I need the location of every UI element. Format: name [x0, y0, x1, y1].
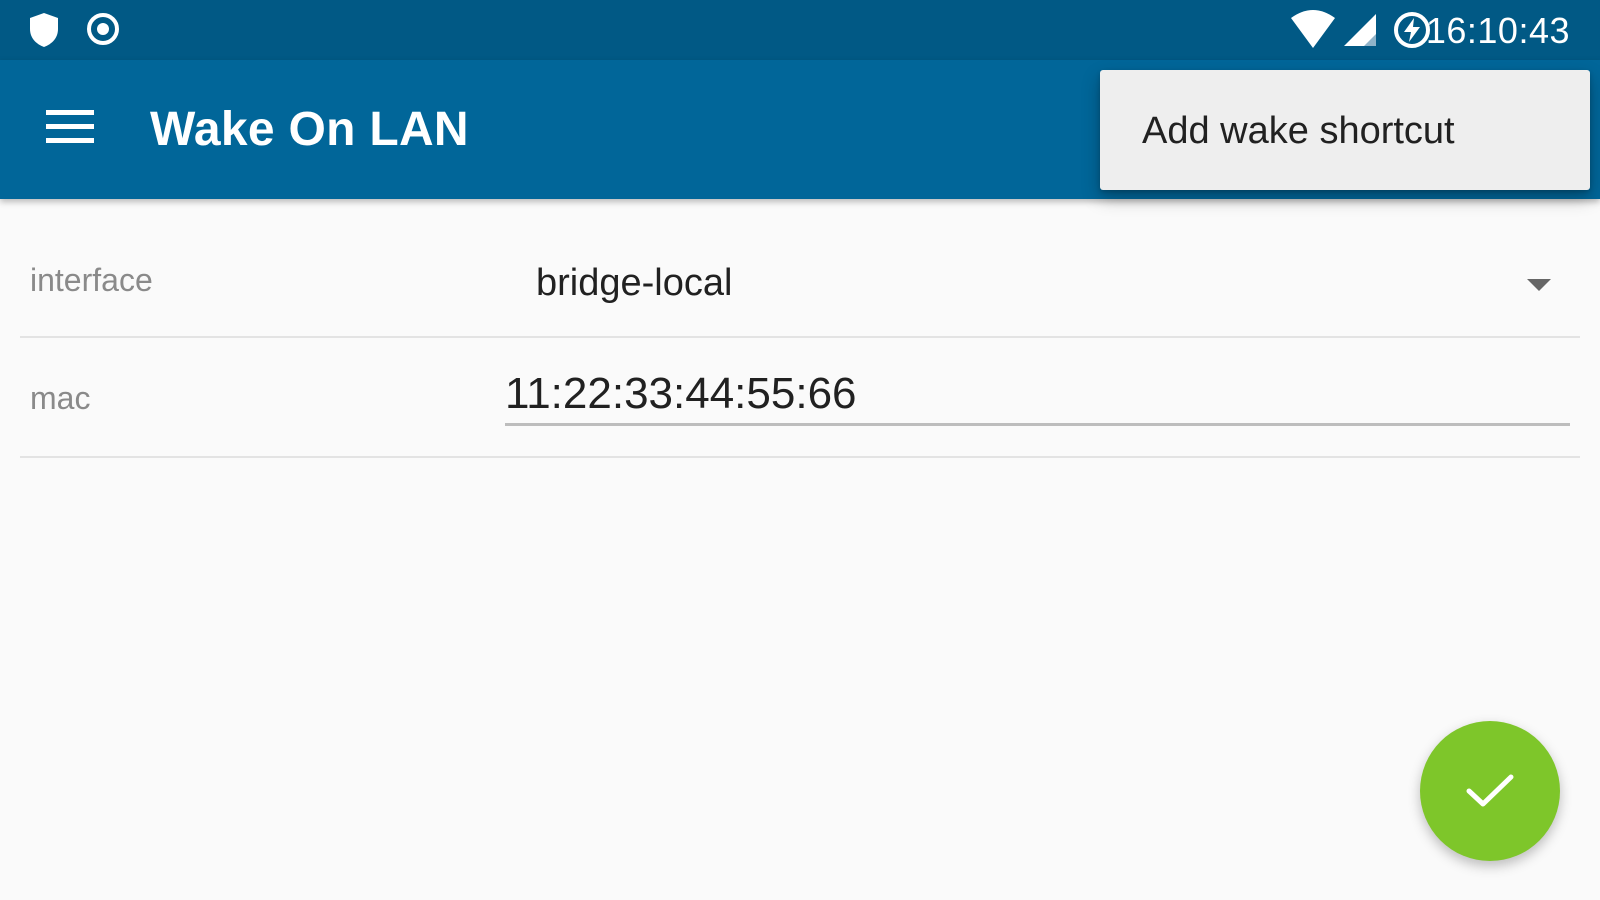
- interface-value: bridge-local: [536, 262, 733, 304]
- confirm-fab-button[interactable]: [1420, 721, 1560, 861]
- cell-signal-icon: [1342, 12, 1378, 53]
- record-icon: [86, 12, 120, 51]
- app-title: Wake On LAN: [150, 103, 469, 156]
- status-bar: 16:10:43: [0, 0, 1600, 60]
- hamburger-menu-icon: [46, 110, 94, 143]
- checkmark-icon: [1466, 774, 1514, 807]
- interface-label: interface: [30, 262, 153, 298]
- interface-row: interface bridge-local: [20, 228, 1580, 338]
- status-time: 16:10:43: [1425, 10, 1570, 51]
- shield-icon: [28, 12, 60, 53]
- dropdown-caret-icon: [1527, 279, 1551, 291]
- wifi-icon: [1290, 10, 1336, 55]
- overflow-popup-menu: Add wake shortcut: [1100, 70, 1590, 190]
- mac-label: mac: [30, 380, 91, 416]
- hamburger-menu-button[interactable]: [36, 100, 106, 150]
- menu-item-add-wake-shortcut[interactable]: Add wake shortcut: [1142, 110, 1455, 153]
- interface-spinner[interactable]: bridge-local: [508, 228, 1568, 338]
- mac-address-input[interactable]: [505, 364, 1570, 426]
